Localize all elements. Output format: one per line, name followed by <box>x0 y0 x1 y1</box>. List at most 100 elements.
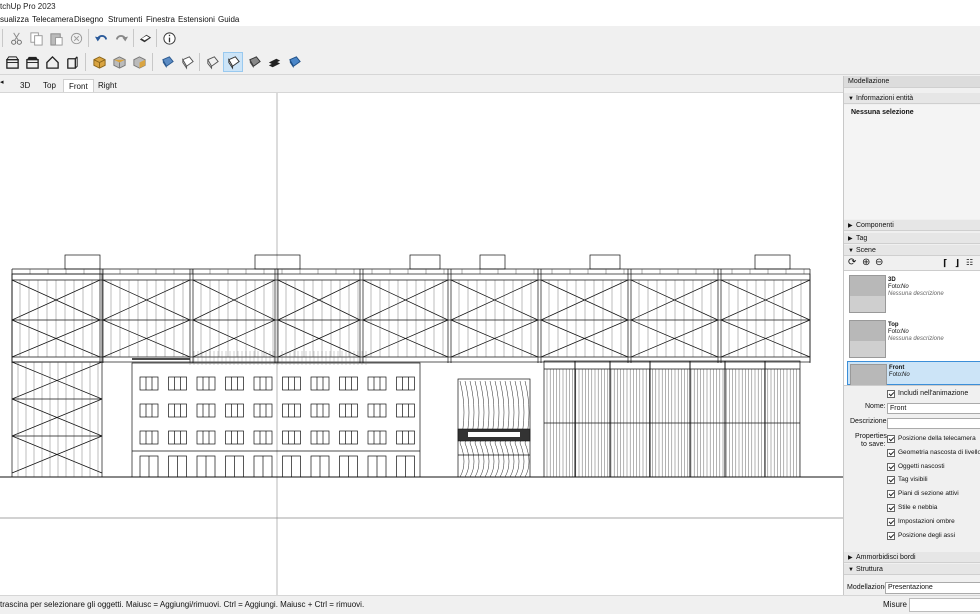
info-icon[interactable] <box>160 29 178 47</box>
property-checkbox[interactable] <box>887 476 895 485</box>
undo-icon[interactable] <box>92 29 110 47</box>
property-label: Geometria nascosta di livello su <box>898 448 980 456</box>
iso-view-icon[interactable] <box>90 53 108 71</box>
left-view-icon[interactable] <box>23 53 41 71</box>
shaded-textures-icon[interactable] <box>265 53 283 71</box>
back-edges-icon[interactable] <box>178 53 196 71</box>
louvered-building <box>543 360 801 478</box>
property-label: Oggetti nascosti <box>898 462 945 470</box>
copy-icon[interactable] <box>27 29 45 47</box>
menu-extensions[interactable]: Estensioni <box>178 15 215 24</box>
cut-icon[interactable] <box>7 29 25 47</box>
paste-icon[interactable] <box>47 29 65 47</box>
menu-tools[interactable]: Strumenti <box>108 15 142 24</box>
scene-photo-label: Foto: <box>889 372 903 378</box>
scene-item-3d[interactable]: 3D Foto: No Nessuna descrizione <box>844 271 980 315</box>
upper-truss-frames <box>11 254 811 363</box>
property-checkbox[interactable] <box>887 531 895 540</box>
scenes-header[interactable]: ▼ Scene <box>844 245 980 256</box>
menu-window[interactable]: Finestra <box>146 15 175 24</box>
include-animation-checkbox[interactable] <box>887 390 895 398</box>
menu-view[interactable]: sualizza <box>0 15 29 24</box>
refresh-icon[interactable]: ⟳ <box>848 257 856 268</box>
menu-bar: sualizza Telecamera Disegno Strumenti Fi… <box>0 12 980 26</box>
remove-scene-icon[interactable]: ⊖ <box>875 257 883 268</box>
property-checkbox[interactable] <box>887 490 895 499</box>
properties-to-save-list: Posizione della telecamera Geometria nasc… <box>844 435 980 545</box>
entity-info-header[interactable]: ▼ Informazioni entità <box>844 93 980 104</box>
status-text: trascina per selezionare gli oggetti. Ma… <box>0 600 365 609</box>
name-label: Nome: <box>865 403 886 410</box>
property-label: Impostazioni ombre <box>898 517 955 525</box>
front-view-icon[interactable] <box>43 53 61 71</box>
tab-right[interactable]: Right <box>93 79 122 92</box>
hidden-line-icon[interactable] <box>223 52 243 72</box>
top-view-icon[interactable] <box>110 53 128 71</box>
redo-icon[interactable] <box>112 29 130 47</box>
windowed-building <box>131 351 421 478</box>
entity-info-title: Informazioni entità <box>856 95 914 102</box>
structure-selector[interactable]: Presentazione <box>885 582 980 594</box>
erase-icon[interactable] <box>67 29 85 47</box>
tray-title: Modellazione <box>844 76 980 88</box>
property-checkbox[interactable] <box>887 504 895 512</box>
scene-description: Nessuna descrizione <box>888 291 944 297</box>
measurements-box[interactable] <box>909 598 980 612</box>
scene-description: Nessuna descrizione <box>888 336 944 342</box>
move-down-icon[interactable]: ⌋ <box>955 258 959 269</box>
property-checkbox[interactable] <box>887 435 895 443</box>
tags-title: Tag <box>856 235 868 242</box>
scene-thumbnail <box>849 320 886 358</box>
title-bar: tchUp Pro 2023 <box>0 0 980 12</box>
right-view-icon[interactable] <box>130 53 148 71</box>
shaded-icon[interactable] <box>245 53 263 71</box>
wireframe-icon[interactable] <box>203 53 221 71</box>
bottom-view-icon[interactable] <box>63 53 81 71</box>
soften-edges-header[interactable]: ▶ Ammorbidisci bordi <box>844 552 980 563</box>
tabs-scroll-icon[interactable]: ◂ <box>0 78 4 86</box>
tab-front[interactable]: Front <box>63 79 94 93</box>
scenes-list: 3D Foto: No Nessuna descrizione Top Foto… <box>844 270 980 386</box>
window-title: tchUp Pro 2023 <box>0 2 56 11</box>
add-scene-icon[interactable]: ⊕ <box>862 257 870 268</box>
standard-toolbar <box>0 26 980 50</box>
structure-header[interactable]: ▼ Struttura <box>844 564 980 575</box>
scene-photo-value: No <box>901 329 909 335</box>
xray-icon[interactable] <box>158 53 176 71</box>
scene-tabs: ◂ 3D Top Front Right <box>0 76 843 93</box>
property-label: Piani di sezione attivi <box>898 490 959 498</box>
tab-top[interactable]: Top <box>38 79 61 92</box>
scene-photo-label: Foto: <box>888 329 902 335</box>
scene-name-field[interactable]: Front <box>887 403 980 414</box>
scene-photo-label: Foto: <box>888 284 902 290</box>
view-options-icon[interactable]: ☷ <box>966 258 973 267</box>
property-checkbox[interactable] <box>887 462 895 471</box>
drawing-viewport[interactable] <box>0 92 843 596</box>
scene-description-field[interactable] <box>887 418 980 429</box>
property-label: Posizione degli assi <box>898 531 956 539</box>
description-label: Descrizione: <box>850 418 889 425</box>
scene-thumbnail <box>849 275 886 313</box>
property-checkbox[interactable] <box>887 448 895 457</box>
scene-item-front[interactable]: Front Foto: No <box>847 361 980 385</box>
monochrome-icon[interactable] <box>285 53 303 71</box>
default-tray: Modellazione ▼ Informazioni entità Nessun… <box>843 76 980 595</box>
property-checkbox[interactable] <box>887 517 895 526</box>
scenes-title: Scene <box>856 247 876 254</box>
menu-camera[interactable]: Telecamera <box>32 15 73 24</box>
left-tower <box>11 273 103 478</box>
back-view-icon[interactable] <box>3 53 21 71</box>
structure-title: Struttura <box>856 566 883 573</box>
selection-status: Nessuna selezione <box>851 109 914 116</box>
status-bar: trascina per selezionare gli oggetti. Ma… <box>0 595 980 614</box>
scene-name: Front <box>889 365 905 371</box>
menu-help[interactable]: Guida <box>218 15 239 24</box>
scene-photo-value: No <box>901 284 909 290</box>
tags-header[interactable]: ▶ Tag <box>844 233 980 244</box>
tab-3d[interactable]: 3D <box>15 79 35 92</box>
print-icon[interactable] <box>136 29 154 47</box>
components-header[interactable]: ▶ Componenti <box>844 220 980 231</box>
move-up-icon[interactable]: ⌈ <box>943 258 947 269</box>
menu-draw[interactable]: Disegno <box>74 15 103 24</box>
scene-item-top[interactable]: Top Foto: No Nessuna descrizione <box>844 315 980 359</box>
